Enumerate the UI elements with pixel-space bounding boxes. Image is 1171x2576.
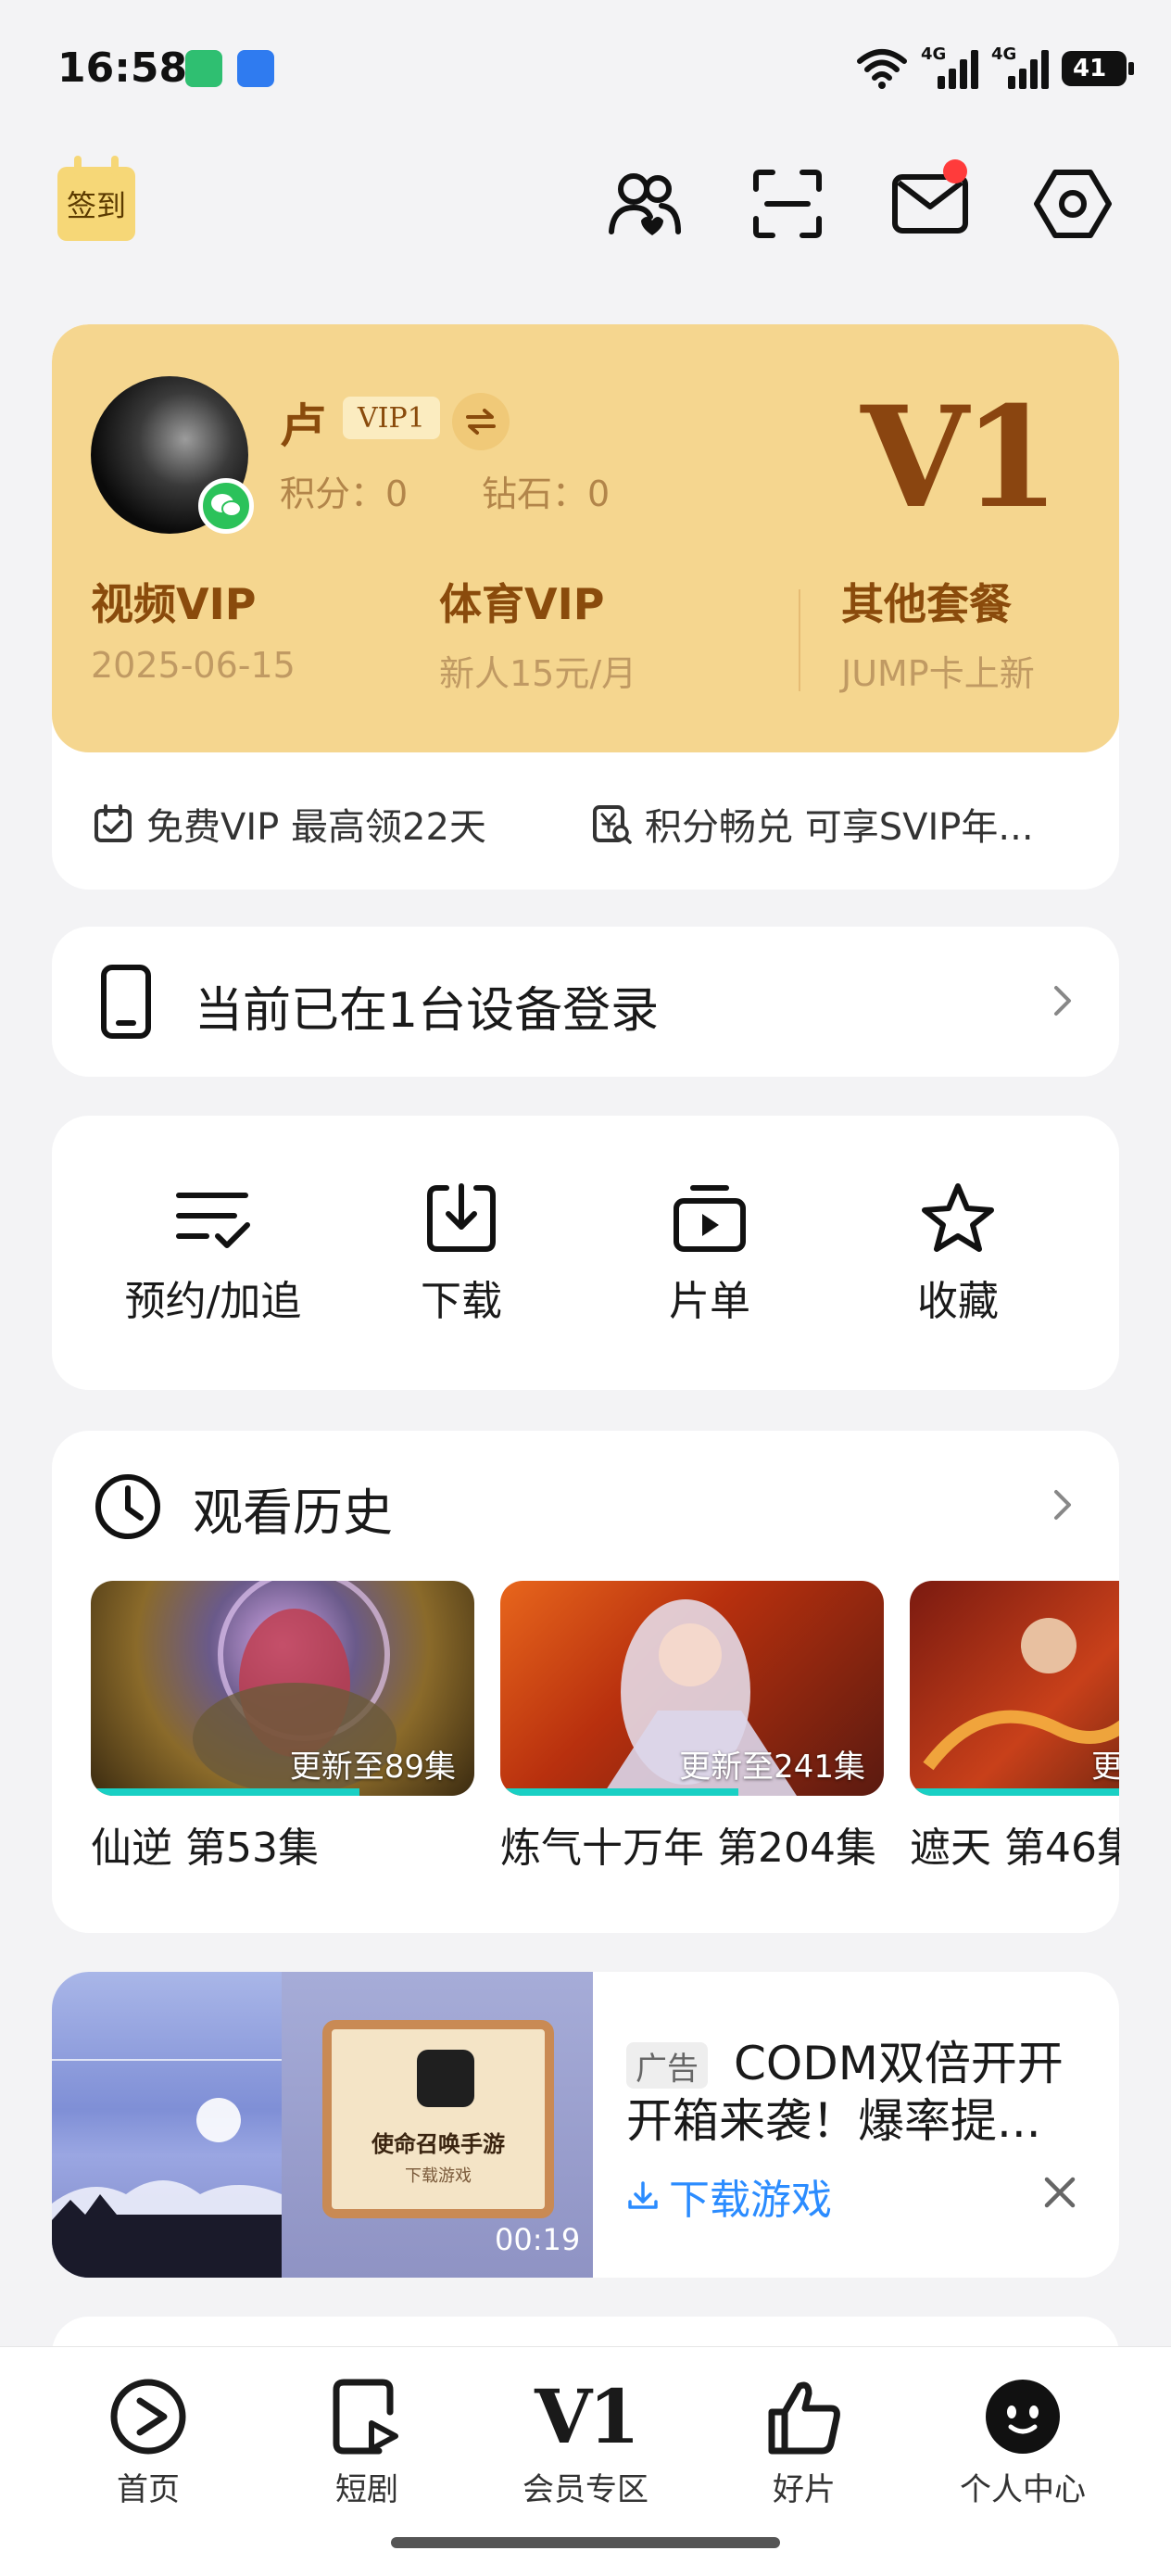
thumbs-up-icon bbox=[768, 2381, 840, 2455]
phone-icon bbox=[101, 965, 151, 1039]
swap-icon bbox=[466, 409, 496, 435]
status-bar: 16:58 4G 4G 41 bbox=[0, 0, 1171, 139]
device-login-text: 当前已在1台设备登录 bbox=[195, 983, 660, 1039]
nav-home[interactable]: 首页 bbox=[56, 2375, 241, 2509]
scan-icon bbox=[753, 170, 822, 238]
short-drama-icon bbox=[333, 2379, 398, 2455]
game-logo-icon bbox=[417, 2050, 474, 2107]
signal-icon: 4G bbox=[991, 44, 1049, 89]
nav-good-films[interactable]: 好片 bbox=[711, 2375, 897, 2509]
friends-button[interactable] bbox=[600, 159, 689, 248]
watch-progress-bar bbox=[500, 1788, 738, 1796]
star-icon bbox=[922, 1183, 994, 1252]
clock-icon bbox=[95, 1474, 160, 1539]
status-time: 16:58 bbox=[57, 44, 188, 92]
checkin-button[interactable]: 签到 bbox=[57, 156, 135, 241]
sports-vip-entry[interactable]: 体育VIP 新人15元/月 bbox=[439, 571, 636, 696]
friends-icon bbox=[609, 173, 681, 235]
history-item[interactable]: 更新至89集 仙逆 第53集 bbox=[91, 1581, 474, 1874]
chevron-right-icon bbox=[1054, 986, 1071, 1016]
history-item[interactable]: 更新至241集 炼气十万年 第204集 bbox=[500, 1581, 884, 1874]
watch-progress-bar bbox=[910, 1788, 1119, 1796]
profile-face-icon bbox=[986, 2380, 1060, 2454]
unread-badge bbox=[943, 159, 967, 183]
history-item-title: 仙逆 第53集 bbox=[91, 1825, 319, 1872]
points-exchange-promo[interactable]: 积分畅兑 可享SVIP年... bbox=[591, 797, 1034, 851]
diamonds-value[interactable]: 钻石：0 bbox=[482, 465, 610, 516]
other-packages-entry[interactable]: 其他套餐 JUMP卡上新 bbox=[841, 571, 1035, 696]
app-notification-icon bbox=[185, 50, 222, 87]
update-status: 更新 bbox=[1091, 1749, 1119, 1786]
signal-icon: 4G bbox=[921, 44, 978, 89]
shortcut-favorites[interactable]: 收藏 bbox=[856, 1181, 1060, 1327]
switch-account-button[interactable] bbox=[452, 393, 510, 450]
nav-short-drama[interactable]: 短剧 bbox=[274, 2375, 460, 2509]
video-vip-entry[interactable]: 视频VIP 2025-06-15 bbox=[91, 571, 296, 686]
history-thumbnail: 更新至89集 bbox=[91, 1581, 474, 1796]
settings-hexagon-icon bbox=[1034, 170, 1112, 238]
device-login-card[interactable]: 当前已在1台设备登录 bbox=[52, 927, 1119, 1077]
update-status: 更新至241集 bbox=[679, 1749, 865, 1786]
ad-board: 使命召唤手游 下载游戏 bbox=[322, 2020, 554, 2218]
play-home-icon bbox=[110, 2379, 186, 2455]
shortcut-playlists[interactable]: 片单 bbox=[608, 1181, 812, 1327]
vip-card-header[interactable]: 卢 VIP1 积分：0 钻石：0 V1 视频VIP 2025-06-15 体育V… bbox=[52, 324, 1119, 752]
close-icon[interactable] bbox=[1041, 2174, 1078, 2211]
shortcuts-card: 预约/加追 下载 片单 收藏 bbox=[52, 1116, 1119, 1390]
shortcut-reservations[interactable]: 预约/加追 bbox=[111, 1181, 315, 1327]
nav-vip-zone[interactable]: V1 会员专区 bbox=[493, 2375, 678, 2509]
watch-history-card: 观看历史 更新至89集 仙逆 第53集 更新至241集 炼气十万年 第204集 bbox=[52, 1431, 1119, 1933]
messages-button[interactable] bbox=[886, 159, 975, 248]
watch-progress-bar bbox=[91, 1788, 359, 1796]
vip-level-logo: V1 bbox=[861, 376, 1060, 539]
history-item-title: 遮天 第46集 bbox=[910, 1825, 1119, 1872]
vip-level-tag: VIP1 bbox=[343, 397, 440, 439]
vip-card: 卢 VIP1 积分：0 钻石：0 V1 视频VIP 2025-06-15 体育V… bbox=[52, 324, 1119, 890]
status-indicators: 4G 4G 41 bbox=[856, 43, 1134, 95]
username[interactable]: 卢 bbox=[280, 389, 326, 456]
free-vip-promo[interactable]: 免费VIP 最高领22天 bbox=[93, 797, 486, 851]
ad-card[interactable]: 使命召唤手游 下载游戏 00:19 CODM双倍开开开箱来袭！爆率提... 广告… bbox=[52, 1972, 1119, 2278]
list-check-icon bbox=[176, 1193, 250, 1248]
vip-logo-icon: V1 bbox=[535, 2373, 640, 2460]
points-value[interactable]: 积分：0 bbox=[280, 465, 408, 516]
calendar-check-icon bbox=[94, 804, 132, 842]
history-title[interactable]: 观看历史 bbox=[193, 1471, 393, 1545]
yen-search-icon bbox=[593, 805, 632, 844]
download-icon bbox=[628, 2181, 658, 2209]
wechat-icon bbox=[198, 478, 254, 534]
history-item-title: 炼气十万年 第204集 bbox=[500, 1825, 876, 1872]
history-thumbnail: 更新至241集 bbox=[500, 1581, 884, 1796]
divider bbox=[799, 589, 800, 691]
battery-icon: 41 bbox=[1062, 51, 1134, 86]
download-icon bbox=[427, 1183, 496, 1252]
home-indicator[interactable] bbox=[391, 2537, 780, 2548]
playlist-icon bbox=[674, 1185, 746, 1252]
ad-download-link[interactable]: 下载游戏 bbox=[626, 2166, 832, 2226]
ad-tag: 广告 bbox=[626, 2042, 708, 2089]
shortcut-downloads[interactable]: 下载 bbox=[359, 1181, 563, 1327]
chevron-right-icon[interactable] bbox=[1045, 1488, 1078, 1522]
update-status: 更新至89集 bbox=[289, 1749, 456, 1786]
history-thumbnail: 更新 bbox=[910, 1581, 1119, 1796]
ad-duration: 00:19 bbox=[495, 2222, 581, 2257]
history-item[interactable]: 更新 遮天 第46集 bbox=[910, 1581, 1119, 1874]
wifi-icon bbox=[857, 49, 907, 89]
settings-button[interactable] bbox=[1028, 159, 1117, 248]
nav-profile[interactable]: 个人中心 bbox=[930, 2375, 1115, 2509]
scan-button[interactable] bbox=[743, 159, 832, 248]
app-notification-icon bbox=[237, 50, 274, 87]
ad-video-thumbnail[interactable]: 使命召唤手游 下载游戏 00:19 bbox=[52, 1972, 593, 2278]
